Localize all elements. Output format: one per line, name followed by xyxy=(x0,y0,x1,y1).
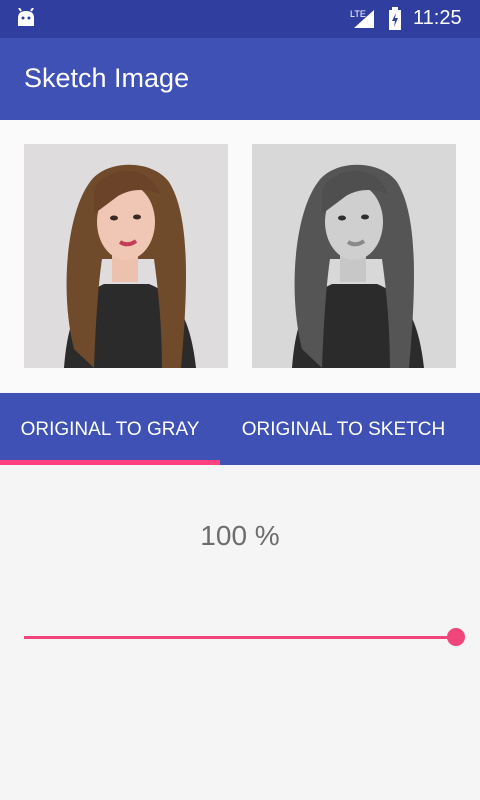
app-title: Sketch Image xyxy=(24,63,190,93)
app-bar: Sketch Image xyxy=(0,38,480,120)
lte-signal-icon: LTE xyxy=(350,8,378,35)
selected-tab-indicator xyxy=(0,460,220,465)
tab-original-to-gray[interactable]: ORIGINAL TO GRAY xyxy=(0,393,220,465)
slider-track[interactable] xyxy=(24,636,456,639)
status-bar: LTE 11:25 xyxy=(0,0,480,38)
battery-charging-icon xyxy=(388,7,402,36)
intensity-slider[interactable] xyxy=(24,622,465,654)
gray-photo xyxy=(252,144,456,368)
network-label: LTE xyxy=(350,9,366,19)
android-icon xyxy=(15,7,37,33)
tab-original-to-sketch[interactable]: ORIGINAL TO SKETCH xyxy=(220,393,467,465)
original-photo xyxy=(24,144,228,368)
slider-thumb[interactable] xyxy=(447,628,465,646)
clock: 11:25 xyxy=(413,7,462,29)
percent-label: 100 % xyxy=(200,520,280,551)
image-preview-area xyxy=(0,120,480,392)
tab-bar: ORIGINAL TO GRAY ORIGINAL TO SKETCH xyxy=(0,393,480,465)
